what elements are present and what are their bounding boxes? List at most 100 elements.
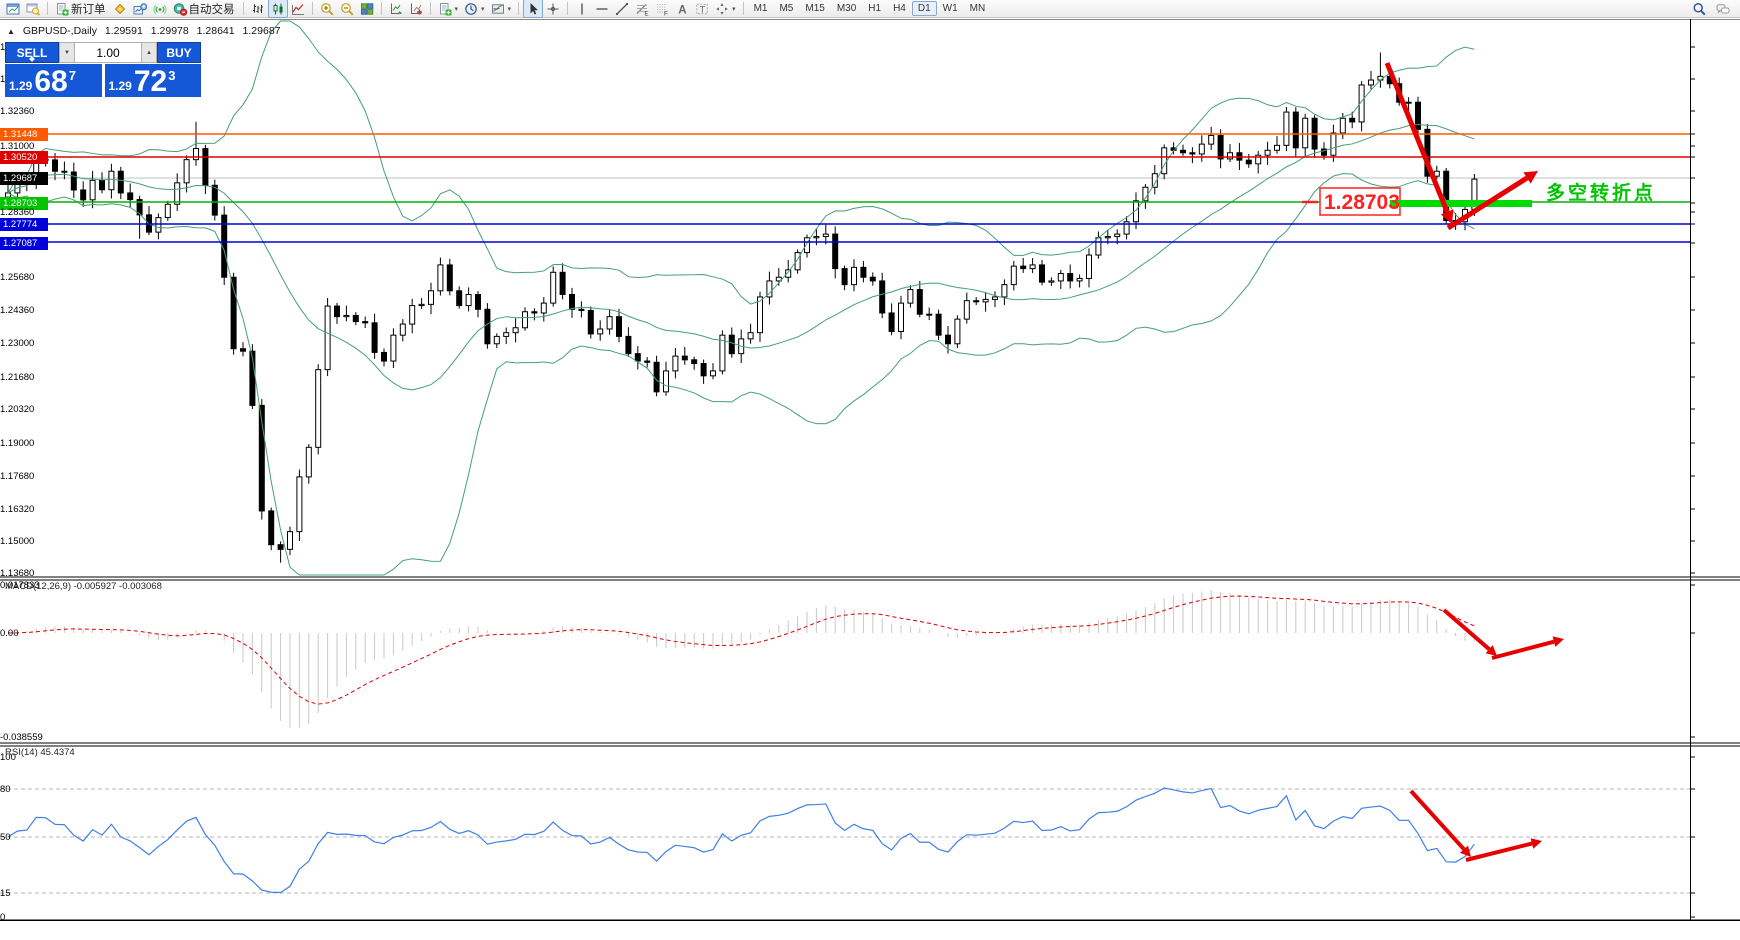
timeframe-m15-button[interactable]: M15 (799, 1, 830, 16)
toolbar-separator (518, 2, 519, 15)
trend-arrow[interactable] (1411, 791, 1464, 849)
symbol-title: GBPUSD-,Daily (23, 25, 97, 37)
toolbar-separator (381, 2, 382, 15)
new-order-button[interactable]: 新订单 (52, 0, 110, 18)
timeframe-m5-button[interactable]: M5 (773, 1, 799, 16)
sell-price-pips: 68 (34, 68, 67, 96)
buy-price-point: 3 (168, 68, 175, 83)
chevron-down-icon: ▾ (481, 5, 485, 13)
chart-window-icon (6, 2, 20, 16)
turning-point-annotation-text: 多空转折点 (1546, 181, 1656, 204)
trendline-button[interactable] (612, 0, 632, 18)
publish-chart-button[interactable] (130, 0, 150, 18)
toolbar-separator (47, 2, 48, 15)
timeframe-d1-button[interactable]: D1 (912, 1, 937, 16)
bar-chart-button[interactable] (248, 0, 268, 18)
add-object-button[interactable]: ▾ (435, 0, 462, 18)
autotrade-icon (173, 2, 187, 16)
text-label-button[interactable]: T (692, 0, 712, 18)
grid-f-button[interactable]: F (652, 0, 672, 18)
annotations-layer: 1.28703多空转折点 (1302, 63, 1656, 860)
tile-windows-button[interactable] (357, 0, 377, 18)
window-preview-icon (26, 2, 40, 16)
trend-arrow[interactable] (1444, 610, 1489, 649)
toolbar-separator (243, 2, 244, 15)
fibo-icon: E (635, 2, 649, 16)
chart-header: ▲ GBPUSD-,Daily 1.29591 1.29978 1.28641 … (7, 25, 286, 37)
rsi-indicator-label: RSI(14) 45.4374 (5, 747, 75, 758)
signal-button[interactable] (150, 0, 170, 18)
timeframe-m30-button[interactable]: M30 (831, 1, 862, 16)
templates-button[interactable]: ▾ (488, 0, 515, 18)
signal-icon (153, 2, 167, 16)
sell-price-figure: 1.29 (9, 79, 32, 93)
indicator-add-icon (409, 2, 423, 16)
indicator-run-icon (389, 2, 403, 16)
trend-arrow-head (1531, 838, 1542, 848)
main-price-pane[interactable] (0, 21, 1690, 575)
ohlc-open: 1.29591 (105, 25, 143, 37)
svg-text:F: F (664, 10, 668, 16)
support-highlight-bar[interactable] (1390, 200, 1532, 207)
hline-button[interactable] (592, 0, 612, 18)
periods-button[interactable]: ▾ (461, 0, 488, 18)
timeframe-m1-button[interactable]: M1 (748, 1, 774, 16)
timeframe-w1-button[interactable]: W1 (937, 1, 964, 16)
volume-input[interactable] (75, 42, 141, 63)
zoom-in-button[interactable] (317, 0, 337, 18)
sell-price-point: 7 (69, 68, 76, 83)
vline-icon (575, 2, 589, 16)
buy-button[interactable]: BUY (157, 42, 201, 63)
svg-text:T: T (700, 4, 706, 14)
zoom-in-icon (320, 2, 334, 16)
toolbar-separator (567, 2, 568, 15)
search-icon (1692, 2, 1706, 16)
ohlc-low: 1.28641 (197, 25, 235, 37)
bollinger-lower-line (8, 174, 1474, 575)
cursor-button[interactable] (523, 0, 543, 18)
ohlc-close: 1.29687 (243, 25, 281, 37)
indicator-add-button[interactable] (406, 0, 426, 18)
search-button[interactable] (1689, 0, 1709, 18)
new-order-icon (55, 2, 69, 16)
chat-button[interactable] (1713, 0, 1733, 18)
main-toolbar: 新订单 自动交易 ▾ ▾ ▾ E FAT ▾ M1M5M15M30H1H4D1W1MN (0, 0, 1740, 18)
trendline-icon (615, 2, 629, 16)
line-chart-icon (291, 2, 305, 16)
gold-tag-icon (113, 2, 127, 16)
text-a-button[interactable]: A (672, 0, 692, 18)
sell-button[interactable]: SELL (5, 42, 59, 63)
timeframe-mn-button[interactable]: MN (964, 1, 992, 16)
chart-window-button[interactable] (3, 0, 23, 18)
arrows-button[interactable]: ▾ (712, 0, 739, 18)
macd-pane[interactable] (8, 590, 1474, 728)
timeframe-h4-button[interactable]: H4 (887, 1, 912, 16)
ohlc-high: 1.29978 (151, 25, 189, 37)
chevron-down-icon: ▾ (508, 5, 512, 13)
line-chart-button[interactable] (288, 0, 308, 18)
macd-indicator-label: MACD(12,26,9) -0.005927 -0.003068 (5, 581, 162, 592)
trend-arrow[interactable] (1466, 844, 1532, 860)
sell-price-display[interactable]: 1.29 68 7 (5, 64, 102, 97)
autotrade-button[interactable]: 自动交易 (170, 0, 239, 18)
chart-canvas[interactable]: 1.28703多空转折点 (0, 0, 1740, 940)
vline-button[interactable] (572, 0, 592, 18)
toolbar-right-icons (1689, 0, 1737, 18)
crosshair-button[interactable] (543, 0, 563, 18)
indicator-run-button[interactable] (386, 0, 406, 18)
candles-button[interactable] (268, 0, 288, 18)
chevron-down-icon: ▾ (732, 5, 736, 13)
buy-price-pips: 72 (134, 68, 167, 96)
timeframe-h1-button[interactable]: H1 (862, 1, 887, 16)
autotrade-label: 自动交易 (189, 1, 236, 17)
zoom-out-button[interactable] (337, 0, 357, 18)
volume-decrease-button[interactable]: ▼ (59, 42, 75, 63)
gold-tag-button[interactable] (110, 0, 130, 18)
rsi-pane[interactable] (0, 788, 1690, 893)
buy-price-display[interactable]: 1.29 72 3 (105, 64, 202, 97)
fibo-button[interactable]: E (632, 0, 652, 18)
trend-arrow[interactable] (1492, 642, 1554, 658)
zoom-out-icon (340, 2, 354, 16)
volume-increase-button[interactable]: ▲ (141, 42, 157, 63)
window-preview-button[interactable] (23, 0, 43, 18)
